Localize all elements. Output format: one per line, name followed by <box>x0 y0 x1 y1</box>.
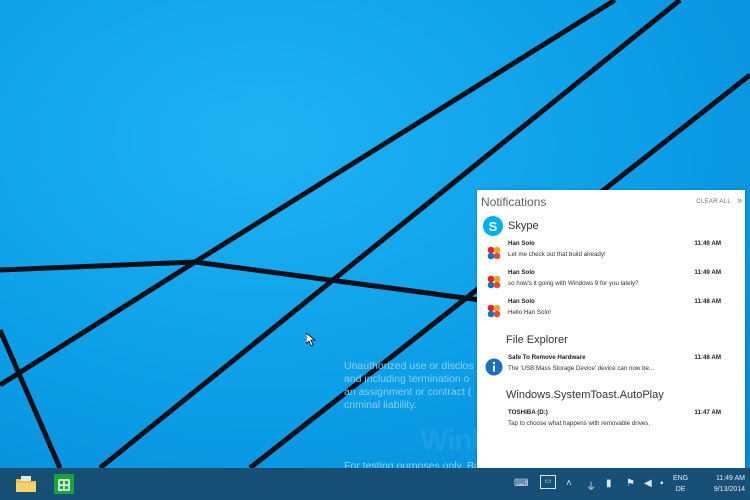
clock[interactable]: 11:49 AM 9/13/2014 <box>697 473 745 495</box>
group-header[interactable]: S Skype <box>477 215 745 237</box>
notification-sender: TOSHIBA (D:) <box>508 409 548 416</box>
group-header[interactable]: File Explorer <box>477 329 745 351</box>
notification-item[interactable]: TOSHIBA (D:) Tap to choose what happens … <box>477 406 745 435</box>
panel-title: Notifications <box>481 195 547 209</box>
clear-all-button[interactable]: CLEAR ALL <box>696 199 731 205</box>
notification-group-autoplay: Windows.SystemToast.AutoPlay TOSHIBA (D:… <box>477 384 745 435</box>
language-indicator[interactable]: ENG DE <box>673 473 688 495</box>
avatar-icon <box>487 304 501 318</box>
testing-notice: For testing purposes only. Bui <box>344 460 483 468</box>
store-icon <box>54 474 74 494</box>
notification-item[interactable]: Han Solo Hello Han Solo! 11:48 AM <box>477 295 745 324</box>
notification-item[interactable]: Safe To Remove Hardware The 'USB Mass St… <box>477 351 745 380</box>
notification-sender: Han Solo <box>508 269 535 276</box>
notification-message: Hello Han Solo! <box>508 309 551 316</box>
group-header[interactable]: Windows.SystemToast.AutoPlay <box>477 384 745 406</box>
store-button[interactable] <box>48 471 80 497</box>
notification-group-file-explorer: File Explorer Safe To Remove Hardware Th… <box>477 329 745 380</box>
notification-sender: Han Solo <box>508 240 535 247</box>
mouse-cursor-icon <box>306 333 316 347</box>
file-explorer-button[interactable] <box>10 471 42 497</box>
notification-item[interactable]: Han Solo so how's it going with Windows … <box>477 266 745 295</box>
file-explorer-icon <box>16 476 36 492</box>
notification-group-skype: S Skype Han Solo Let me check out that b… <box>477 215 745 324</box>
notification-message: Let me check out that build already! <box>508 251 606 258</box>
legal-notice: Unauthorized use or disclos and includin… <box>344 360 474 412</box>
notification-message: so how's it going with Windows 9 for you… <box>508 280 639 287</box>
collapse-panel-button[interactable]: » <box>737 195 742 205</box>
info-icon <box>485 358 503 376</box>
network-icon[interactable]: ⏚ <box>586 478 596 493</box>
taskbar: ⌨ ▭ ˄ ⏚ ▮ ⚑ ◀ ▪ ENG DE 11:49 AM 9/13/201… <box>0 468 750 500</box>
skype-icon: S <box>483 216 503 236</box>
notification-time: 11:49 AM <box>694 240 721 247</box>
legal-line: an assignment or contract ( <box>344 386 472 398</box>
notification-time: 11:47 AM <box>694 409 721 416</box>
input-icon[interactable]: ▪ <box>660 478 664 489</box>
flag-icon[interactable]: ⚑ <box>626 478 635 489</box>
notification-sender: Safe To Remove Hardware <box>508 354 586 361</box>
group-app-name: File Explorer <box>506 334 568 346</box>
notification-item[interactable]: Han Solo Let me check out that build alr… <box>477 237 745 266</box>
keyboard-icon[interactable]: ⌨ <box>514 478 528 489</box>
group-app-name: Skype <box>508 220 539 232</box>
legal-line: criminal liability. <box>344 399 417 411</box>
notification-message: The 'USB Mass Storage Device' device can… <box>508 365 655 372</box>
notification-center-panel: Notifications CLEAR ALL » S Skype Han So… <box>477 190 745 468</box>
avatar-icon <box>487 275 501 289</box>
action-center-icon[interactable]: ▭ <box>540 475 556 489</box>
chevron-up-icon[interactable]: ˄ <box>566 478 572 489</box>
legal-line: and including termination o <box>344 373 470 385</box>
notification-sender: Han Solo <box>508 298 535 305</box>
group-app-name: Windows.SystemToast.AutoPlay <box>506 389 664 401</box>
avatar-icon <box>487 246 501 260</box>
legal-line: Unauthorized use or disclos <box>344 360 474 372</box>
notification-time: 11:48 AM <box>694 298 721 305</box>
notification-time: 11:48 AM <box>694 354 721 361</box>
keyboard-layout: DE <box>675 486 686 493</box>
clock-date: 9/13/2014 <box>713 486 745 493</box>
volume-icon[interactable]: ◀ <box>644 478 652 489</box>
clock-time: 11:49 AM <box>715 475 745 482</box>
battery-icon[interactable]: ▮ <box>606 478 612 489</box>
notification-time: 11:49 AM <box>694 269 721 276</box>
notification-message: Tap to choose what happens with removabl… <box>508 420 651 427</box>
language-code: ENG <box>673 475 689 482</box>
